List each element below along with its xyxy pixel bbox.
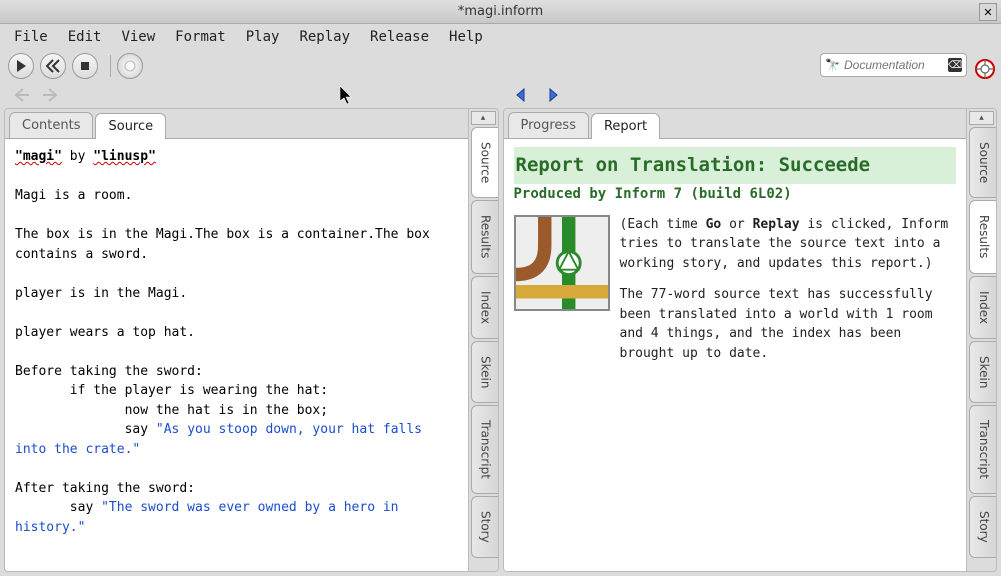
side-tab-index[interactable]: Index [471, 276, 498, 339]
side-tab-results[interactable]: Results [471, 200, 498, 273]
workspace: Contents Source "magi" by "linusp" Magi … [0, 108, 1001, 576]
scroll-up-icon[interactable]: ▴ [471, 111, 496, 125]
right-side-tabs: ▴ Source Results Index Skein Transcript … [966, 109, 996, 571]
report-title: Report on Translation: Succeede [514, 147, 957, 184]
replay-button[interactable] [40, 53, 66, 79]
menu-edit[interactable]: Edit [60, 27, 110, 47]
menu-help[interactable]: Help [441, 27, 491, 47]
menu-release[interactable]: Release [362, 27, 437, 47]
side-tab-skein[interactable]: Skein [471, 341, 498, 403]
app-badge-icon [975, 59, 995, 79]
report-map-icon [514, 215, 610, 311]
window-title: *magi.inform [458, 4, 543, 19]
report-view: Report on Translation: Succeede Produced… [504, 139, 967, 571]
left-nav-forward[interactable] [40, 86, 60, 104]
side-tab-results[interactable]: Results [969, 200, 996, 273]
menu-view[interactable]: View [113, 27, 163, 47]
tab-contents[interactable]: Contents [9, 112, 93, 138]
scroll-up-icon[interactable]: ▴ [969, 111, 994, 125]
title-bar: *magi.inform ✕ [0, 0, 1001, 24]
right-top-tabs: Progress Report [504, 109, 967, 139]
right-nav-forward[interactable] [541, 86, 561, 104]
right-nav-back[interactable] [513, 86, 533, 104]
left-side-tabs: ▴ Source Results Index Skein Transcript … [468, 109, 498, 571]
source-editor[interactable]: "magi" by "linusp" Magi is a room. The b… [5, 139, 468, 571]
release-button[interactable] [117, 53, 143, 79]
tab-progress[interactable]: Progress [508, 112, 589, 138]
search-input[interactable] [844, 58, 944, 72]
menu-bar: File Edit View Format Play Replay Releas… [0, 24, 1001, 50]
menu-format[interactable]: Format [167, 27, 234, 47]
menu-replay[interactable]: Replay [291, 27, 358, 47]
left-nav-back[interactable] [12, 86, 32, 104]
close-button[interactable]: ✕ [979, 3, 997, 21]
side-tab-index[interactable]: Index [969, 276, 996, 339]
toolbar: 🔭 ⌫ [0, 50, 1001, 82]
binoculars-icon: 🔭 [825, 58, 840, 72]
tab-report[interactable]: Report [591, 113, 660, 139]
side-tab-source[interactable]: Source [969, 127, 996, 198]
side-tab-transcript[interactable]: Transcript [471, 405, 498, 494]
report-subtitle: Produced by Inform 7 (build 6L02) [514, 184, 957, 205]
side-tab-skein[interactable]: Skein [969, 341, 996, 403]
side-tab-story[interactable]: Story [471, 496, 498, 558]
search-box[interactable]: 🔭 ⌫ [820, 53, 967, 77]
menu-play[interactable]: Play [238, 27, 288, 47]
tab-source[interactable]: Source [95, 113, 166, 139]
menu-file[interactable]: File [6, 27, 56, 47]
stop-button[interactable] [72, 53, 98, 79]
nav-row [0, 82, 1001, 108]
side-tab-transcript[interactable]: Transcript [969, 405, 996, 494]
play-button[interactable] [8, 53, 34, 79]
left-top-tabs: Contents Source [5, 109, 468, 139]
clear-search-icon[interactable]: ⌫ [948, 58, 962, 72]
side-tab-story[interactable]: Story [969, 496, 996, 558]
left-pane: Contents Source "magi" by "linusp" Magi … [4, 108, 499, 572]
side-tab-source[interactable]: Source [471, 127, 498, 198]
report-text: (Each time Go or Replay is clicked, Info… [620, 215, 957, 376]
right-pane: Progress Report Report on Translation: S… [503, 108, 998, 572]
